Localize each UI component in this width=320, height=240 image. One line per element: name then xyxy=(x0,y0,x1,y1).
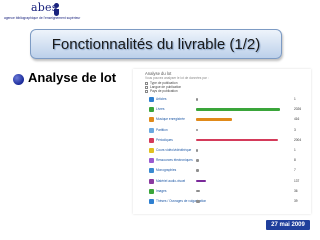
row-count: 3 xyxy=(294,127,296,132)
row-label[interactable]: Musique enregistrée xyxy=(156,117,185,121)
logo-subtitle: agence bibliographique de l'enseignement… xyxy=(4,16,81,20)
row-count: 39 xyxy=(294,199,298,203)
row-count: 416 xyxy=(294,117,300,122)
row-bar xyxy=(196,189,200,193)
row-count: 7 xyxy=(294,168,296,173)
row-count: 2004 xyxy=(294,137,302,142)
publication-type-icon xyxy=(149,137,154,143)
row-count: 8 xyxy=(294,158,296,163)
table-row[interactable]: Ressources électroniques 8 xyxy=(149,157,309,165)
publication-type-icon xyxy=(149,178,154,184)
row-label[interactable]: Matériel audio-visuel xyxy=(156,179,185,183)
row-label[interactable]: Articles xyxy=(156,97,166,101)
bullet-text: Analyse de lot xyxy=(28,70,117,85)
row-count: 36 xyxy=(294,188,298,193)
row-count: 1 xyxy=(294,148,296,152)
table-row[interactable]: Cours vidéo/vidéothèque 1 xyxy=(149,147,309,155)
publication-type-icon xyxy=(149,97,154,102)
table-row[interactable]: Articles 1 xyxy=(149,96,309,104)
slide-title-box: Fonctionnalités du livrable (1/2) xyxy=(30,29,282,59)
table-row[interactable]: Périodiques 2004 xyxy=(149,137,309,145)
abes-logo: abes agence bibliographique de l'enseign… xyxy=(4,1,104,28)
row-bar xyxy=(196,169,199,172)
row-count: 137 xyxy=(294,178,300,183)
publication-type-icon xyxy=(149,127,154,133)
table-row[interactable]: Images 36 xyxy=(149,188,309,196)
abes-logo-icon xyxy=(54,3,59,8)
row-bar xyxy=(196,108,280,111)
row-bar xyxy=(196,200,200,203)
row-label[interactable]: Ressources électroniques xyxy=(156,158,193,162)
filter-country[interactable]: Pays de publication xyxy=(145,89,178,93)
bullet-icon xyxy=(13,74,24,85)
slide-title: Fonctionnalités du livrable (1/2) xyxy=(51,35,261,53)
table-row[interactable]: Livres 2026 xyxy=(149,106,309,114)
row-label[interactable]: Images xyxy=(156,189,166,193)
publication-type-icon xyxy=(149,158,154,164)
table-row[interactable]: Musique enregistrée 416 xyxy=(149,116,309,124)
panel-description: Vous pouvez analyser le lot de données p… xyxy=(145,76,209,80)
publication-type-icon xyxy=(149,107,154,113)
checkbox-icon[interactable] xyxy=(145,89,148,93)
row-count: 2026 xyxy=(294,107,302,112)
table-row[interactable]: Monographies 7 xyxy=(149,167,309,175)
row-label[interactable]: Périodiques xyxy=(156,138,173,142)
publication-type-icon xyxy=(149,199,154,204)
publication-type-icon xyxy=(149,117,154,123)
publication-type-icon xyxy=(149,148,154,153)
row-bar xyxy=(196,138,278,142)
row-bar xyxy=(196,179,206,183)
publication-type-icon xyxy=(149,168,154,174)
filter-label: Pays de publication xyxy=(150,89,178,93)
logo-comma-shape xyxy=(54,9,59,16)
analysis-panel: Analyse du lot Vous pouvez analyser le l… xyxy=(133,69,311,214)
table-row[interactable]: Partition 3 xyxy=(149,127,309,135)
row-bar xyxy=(196,159,199,162)
slide-date: 27 mai 2009 xyxy=(266,220,310,230)
row-bar xyxy=(196,118,233,121)
publication-type-icon xyxy=(149,188,154,194)
row-bar xyxy=(196,128,198,132)
row-label[interactable]: Monographies xyxy=(156,168,176,172)
row-label[interactable]: Cours vidéo/vidéothèque xyxy=(156,148,191,152)
row-count: 1 xyxy=(294,97,296,101)
table-row[interactable]: Thèses / Ouvrages de vulgarisation 39 xyxy=(149,198,309,206)
row-label[interactable]: Livres xyxy=(156,107,165,111)
table-row[interactable]: Matériel audio-visuel 137 xyxy=(149,178,309,186)
row-label[interactable]: Partition xyxy=(156,128,168,132)
row-bar xyxy=(196,149,198,152)
row-bar xyxy=(196,98,198,101)
